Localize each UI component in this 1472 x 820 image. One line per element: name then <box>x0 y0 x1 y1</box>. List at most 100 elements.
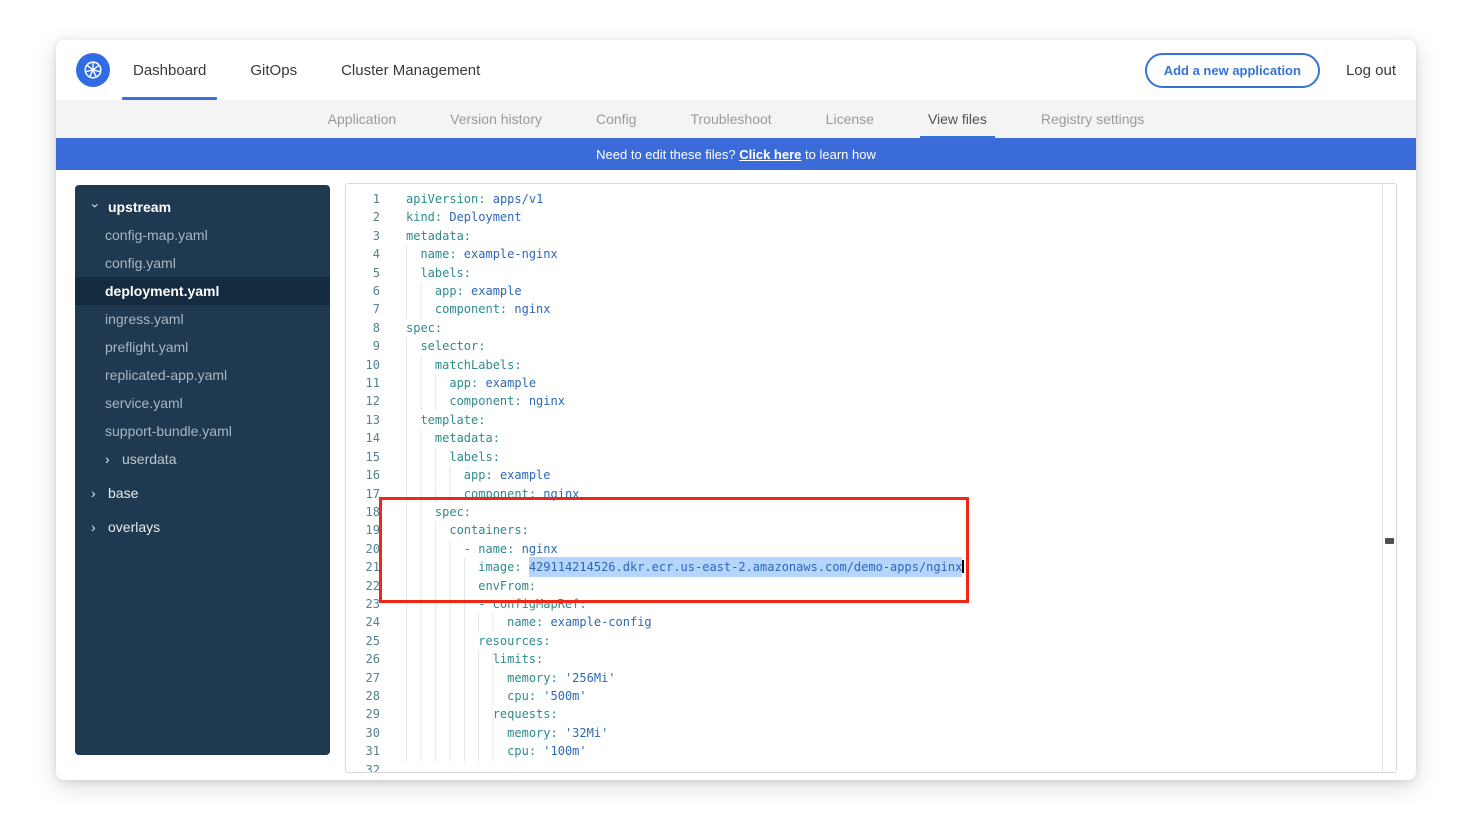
code-line-7[interactable]: 7component: nginx <box>346 300 1396 318</box>
code-line-27[interactable]: 27memory: '256Mi' <box>346 669 1396 687</box>
line-number: 20 <box>346 540 380 558</box>
code-line-5[interactable]: 5labels: <box>346 264 1396 282</box>
code-token: example-config <box>551 615 652 629</box>
file-item-config.yaml[interactable]: config.yaml <box>75 249 330 277</box>
click-here-link[interactable]: Click here <box>739 147 801 162</box>
code-line-30[interactable]: 30memory: '32Mi' <box>346 724 1396 742</box>
add-new-application-button[interactable]: Add a new application <box>1145 53 1320 88</box>
line-number: 10 <box>346 356 380 374</box>
tab-version-history[interactable]: Version history <box>450 100 542 138</box>
code-line-12[interactable]: 12component: nginx <box>346 392 1396 410</box>
folder-item-overlays[interactable]: ›overlays <box>75 513 330 541</box>
code-line-22[interactable]: 22envFrom: <box>346 577 1396 595</box>
yaml-editor[interactable]: 1apiVersion: apps/v12kind: Deployment3me… <box>345 183 1397 773</box>
folder-item-base[interactable]: ›base <box>75 479 330 507</box>
code-line-28[interactable]: 28cpu: '500m' <box>346 687 1396 705</box>
code-line-24[interactable]: 24name: example-config <box>346 613 1396 631</box>
tree-item-label: ingress.yaml <box>105 311 184 327</box>
indent-guides <box>406 632 478 650</box>
line-number: 17 <box>346 485 380 503</box>
code-token <box>457 247 464 261</box>
code-token: matchLabels: <box>435 358 522 372</box>
tab-config[interactable]: Config <box>596 100 636 138</box>
line-number: 18 <box>346 503 380 521</box>
indent-guides <box>406 245 420 263</box>
code-token: component: <box>464 487 536 501</box>
tab-application[interactable]: Application <box>328 100 397 138</box>
code-line-19[interactable]: 19containers: <box>346 521 1396 539</box>
code-line-14[interactable]: 14metadata: <box>346 429 1396 447</box>
tab-troubleshoot[interactable]: Troubleshoot <box>690 100 771 138</box>
nav-item-cluster-management[interactable]: Cluster Management <box>338 40 483 100</box>
editor-scrollbar-track[interactable] <box>1382 184 1396 772</box>
line-content: component: nginx <box>406 485 579 503</box>
line-content: matchLabels: <box>406 356 522 374</box>
code-line-20[interactable]: 20- name: nginx <box>346 540 1396 558</box>
code-token: selector: <box>420 339 485 353</box>
code-token: resources: <box>478 634 550 648</box>
tab-license[interactable]: License <box>826 100 874 138</box>
folder-item-upstream[interactable]: ›upstream <box>75 193 330 221</box>
code-line-29[interactable]: 29requests: <box>346 705 1396 723</box>
file-item-deployment.yaml[interactable]: deployment.yaml <box>75 277 330 305</box>
code-line-4[interactable]: 4name: example-nginx <box>346 245 1396 263</box>
code-line-32[interactable]: 32 <box>346 761 1396 773</box>
code-token <box>514 542 521 556</box>
code-token: Deployment <box>449 210 521 224</box>
code-line-2[interactable]: 2kind: Deployment <box>346 208 1396 226</box>
code-line-15[interactable]: 15 labels: <box>346 448 1396 466</box>
file-item-ingress.yaml[interactable]: ingress.yaml <box>75 305 330 333</box>
code-line-25[interactable]: 25 resources: <box>346 632 1396 650</box>
code-line-18[interactable]: 18spec: <box>346 503 1396 521</box>
code-line-1[interactable]: 1apiVersion: apps/v1 <box>346 190 1396 208</box>
tab-registry-settings[interactable]: Registry settings <box>1041 100 1144 138</box>
code-line-16[interactable]: 16app: example <box>346 466 1396 484</box>
line-number: 25 <box>346 632 380 650</box>
code-line-31[interactable]: 31cpu: '100m' <box>346 742 1396 760</box>
code-line-17[interactable]: 17 component: nginx <box>346 485 1396 503</box>
line-content: template: <box>406 411 485 429</box>
code-line-8[interactable]: 8spec: <box>346 319 1396 337</box>
code-token: component: <box>449 394 521 408</box>
code-lines: 1apiVersion: apps/v12kind: Deployment3me… <box>346 184 1396 773</box>
code-line-21[interactable]: 21image: 429114214526.dkr.ecr.us-east-2.… <box>346 558 1396 576</box>
tab-view-files[interactable]: View files <box>928 100 987 138</box>
code-token: envFrom: <box>478 579 536 593</box>
code-line-26[interactable]: 26limits: <box>346 650 1396 668</box>
kubernetes-logo-icon[interactable] <box>76 53 110 87</box>
tree-item-label: support-bundle.yaml <box>105 423 232 439</box>
indent-guides <box>406 466 464 484</box>
code-token: image: <box>478 560 521 574</box>
file-item-preflight.yaml[interactable]: preflight.yaml <box>75 333 330 361</box>
logout-link[interactable]: Log out <box>1346 62 1396 79</box>
editor-scrollbar-thumb[interactable] <box>1385 538 1394 544</box>
line-content: apiVersion: apps/v1 <box>406 190 543 208</box>
line-number: 32 <box>346 761 380 773</box>
code-line-9[interactable]: 9selector: <box>346 337 1396 355</box>
line-content: labels: <box>406 264 471 282</box>
line-number: 15 <box>346 448 380 466</box>
file-item-service.yaml[interactable]: service.yaml <box>75 389 330 417</box>
file-item-support-bundle.yaml[interactable]: support-bundle.yaml <box>75 417 330 445</box>
line-content: labels: <box>406 448 500 466</box>
nav-item-dashboard[interactable]: Dashboard <box>130 40 209 100</box>
code-line-11[interactable]: 11app: example <box>346 374 1396 392</box>
nav-item-gitops[interactable]: GitOps <box>247 40 300 100</box>
code-line-13[interactable]: 13template: <box>346 411 1396 429</box>
code-line-6[interactable]: 6app: example <box>346 282 1396 300</box>
line-content: app: example <box>406 282 522 300</box>
edit-files-banner: Need to edit these files? Click here to … <box>56 138 1416 170</box>
code-line-23[interactable]: 23- configMapRef: <box>346 595 1396 613</box>
file-item-config-map.yaml[interactable]: config-map.yaml <box>75 221 330 249</box>
file-section-tabs: Application Version history Config Troubles… <box>56 100 1416 138</box>
line-number: 28 <box>346 687 380 705</box>
tree-item-label: replicated-app.yaml <box>105 367 227 383</box>
line-number: 2 <box>346 208 380 226</box>
folder-item-userdata[interactable]: ›userdata <box>75 445 330 473</box>
code-line-10[interactable]: 10 matchLabels: <box>346 356 1396 374</box>
file-item-replicated-app.yaml[interactable]: replicated-app.yaml <box>75 361 330 389</box>
code-line-3[interactable]: 3metadata: <box>346 227 1396 245</box>
line-content: app: example <box>406 466 551 484</box>
indent-guides <box>406 337 420 355</box>
tree-item-label: base <box>108 485 138 501</box>
